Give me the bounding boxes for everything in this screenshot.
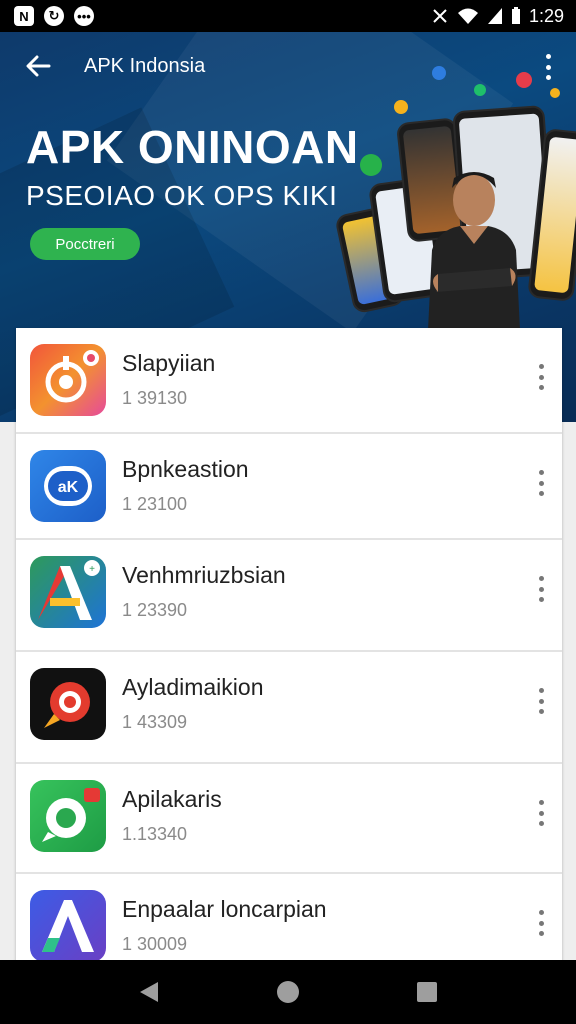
- app-size: 1 23390: [122, 600, 188, 620]
- status-bar: N ↻ ••• 1:29: [0, 0, 576, 32]
- status-time: 1:29: [528, 5, 564, 26]
- status-left-icons: N ↻ •••: [14, 6, 94, 26]
- list-item[interactable]: + Venhmriuzbsian 1 23390: [16, 540, 562, 652]
- list-item[interactable]: aK Bpnkeastion 1 23100: [16, 434, 562, 540]
- app-list: Slapyiian 1 39130 aK Bpnkeastion 1 23100…: [16, 328, 562, 982]
- svg-text:+: +: [89, 564, 95, 575]
- wifi-icon: [457, 8, 478, 24]
- row-overflow-button[interactable]: [536, 910, 546, 936]
- row-overflow-button[interactable]: [536, 364, 546, 390]
- app-title: APK Indonsia: [84, 54, 206, 77]
- app-name: Ayladimaikion: [122, 674, 264, 700]
- banner-headline: APK ONINOAN: [26, 121, 359, 173]
- row-overflow-button[interactable]: [536, 688, 546, 714]
- battery-icon: [511, 7, 520, 24]
- status-right-icons: 1:29: [431, 6, 564, 27]
- app-size: 1 39130: [122, 388, 188, 408]
- green-chat-icon: [30, 780, 106, 852]
- banner-subhead: PSEOIAO OK OPS KIKI: [26, 180, 338, 211]
- message-icon: •••: [74, 6, 94, 26]
- row-overflow-button[interactable]: [536, 576, 546, 602]
- more-vert-icon: [545, 54, 551, 59]
- banner-illustration: [334, 60, 576, 330]
- sync-icon: ↻: [44, 6, 64, 26]
- signal-icon: [487, 8, 502, 24]
- app-name: Slapyiian: [122, 350, 216, 376]
- nav-recents-icon: [416, 982, 437, 1002]
- person-illustration: [428, 172, 520, 330]
- app-name: Apilakaris: [122, 786, 222, 812]
- app-name: Bpnkeastion: [122, 456, 249, 482]
- app-name: Enpaalar loncarpian: [122, 896, 327, 922]
- list-item[interactable]: Ayladimaikion 1 43309: [16, 652, 562, 764]
- nav-back-icon: [140, 982, 159, 1002]
- blue-a-icon: [30, 890, 106, 962]
- navigation-bar: [0, 960, 576, 1024]
- nav-back-button[interactable]: [134, 977, 164, 1007]
- nav-home-button[interactable]: [273, 977, 303, 1007]
- screen: N ↻ ••• 1:29 APK Indonsia APK ONINOAN PS…: [0, 0, 576, 1024]
- row-overflow-button[interactable]: [536, 470, 546, 496]
- app-size: 1.13340: [122, 824, 188, 844]
- row-overflow-button[interactable]: [536, 800, 546, 826]
- red-ring-icon: [30, 668, 106, 740]
- blue-apk-icon: aK: [30, 450, 106, 522]
- svg-text:aK: aK: [58, 479, 79, 496]
- colorful-a-icon: +: [30, 556, 106, 628]
- list-item[interactable]: Apilakaris 1.13340: [16, 764, 562, 874]
- back-button[interactable]: [24, 52, 52, 80]
- app-size: 1 30009: [122, 934, 188, 954]
- orange-target-icon: [30, 344, 106, 416]
- list-item[interactable]: Slapyiian 1 39130: [16, 328, 562, 434]
- nav-home-icon: [276, 981, 299, 1003]
- app-size: 1 43309: [122, 712, 188, 732]
- notification-n-icon: N: [14, 6, 34, 26]
- nav-recents-button[interactable]: [412, 977, 442, 1007]
- app-name: Venhmriuzbsian: [122, 562, 286, 588]
- banner-button[interactable]: Pocctreri: [30, 228, 140, 260]
- arrow-left-icon: [26, 55, 51, 77]
- app-size: 1 23100: [122, 494, 188, 514]
- mute-icon: [433, 9, 447, 23]
